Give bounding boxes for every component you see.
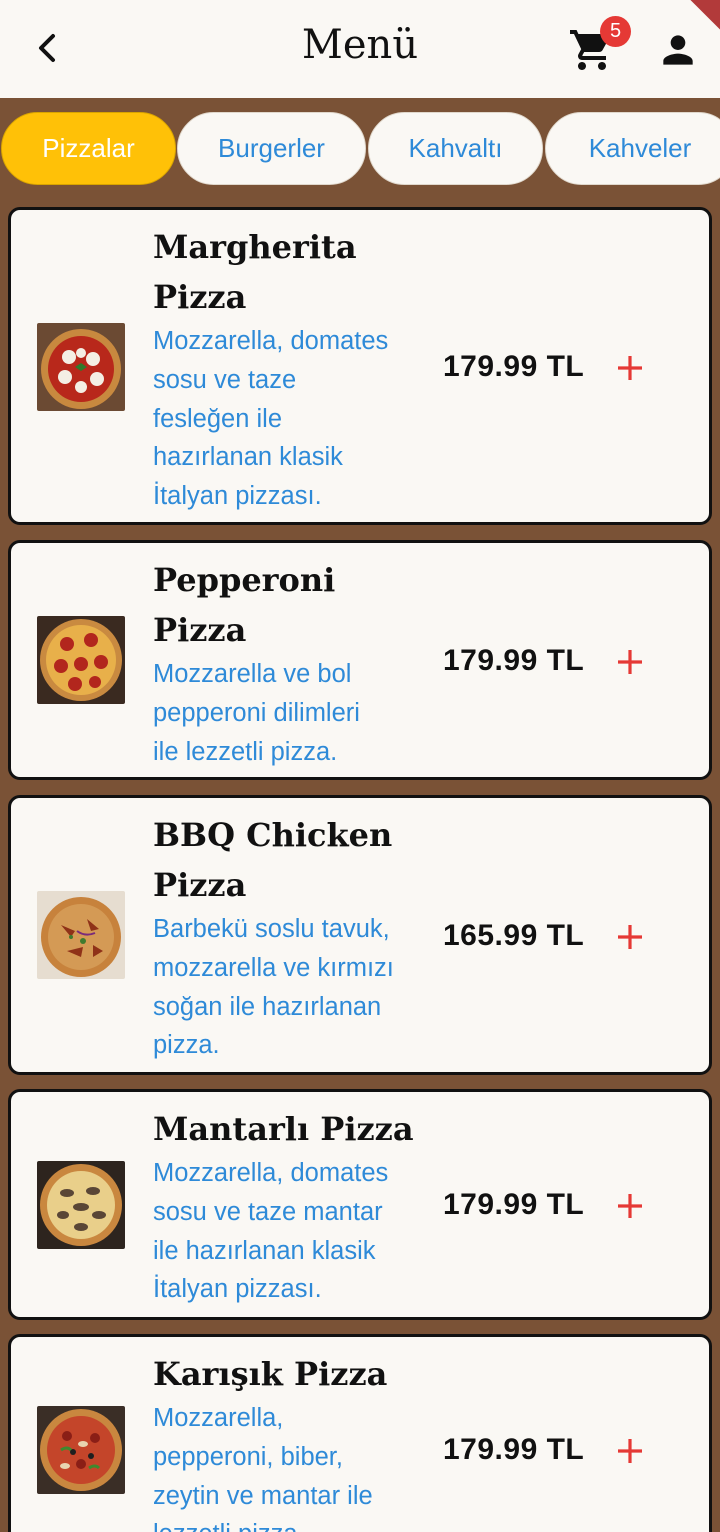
tab-kahvalti[interactable]: Kahvaltı <box>368 112 543 185</box>
product-name-line: Karışık Pizza <box>153 1355 388 1393</box>
plus-icon <box>618 356 642 380</box>
plus-icon <box>618 1194 642 1218</box>
product-description-line: pepperoni dilimleri <box>153 698 360 727</box>
product-card[interactable]: Pepperoni Pizza Mozzarella ve bol pepper… <box>8 540 712 780</box>
product-price: 179.99 TL <box>443 1433 585 1466</box>
product-description-line: sosu ve taze <box>153 365 297 394</box>
product-image <box>37 323 125 411</box>
product-description-line: pizza. <box>153 1031 220 1060</box>
product-name-line: Pizza <box>153 611 247 649</box>
product-image <box>37 891 125 979</box>
add-to-cart-button[interactable] <box>615 1436 645 1466</box>
add-to-cart-button[interactable] <box>615 922 645 952</box>
product-description-line: hazırlanan klasik <box>153 443 343 472</box>
add-to-cart-button[interactable] <box>615 1191 645 1221</box>
profile-button[interactable] <box>656 28 700 72</box>
product-price: 179.99 TL <box>443 350 585 383</box>
app-bar: Menü 5 <box>0 0 720 98</box>
product-price: 179.99 TL <box>443 1188 585 1221</box>
product-card[interactable]: Karışık Pizza Mozzarella, pepperoni, bib… <box>8 1334 712 1532</box>
add-to-cart-button[interactable] <box>615 353 645 383</box>
add-to-cart-button[interactable] <box>615 647 645 677</box>
product-name-line: Mantarlı Pizza <box>153 1110 414 1148</box>
product-description-line: Mozzarella, domates <box>153 1159 389 1187</box>
product-description-line: lezzetli pizza. <box>153 1515 423 1532</box>
product-name-line: Margherita <box>153 228 357 266</box>
product-description-line: soğan ile hazırlanan <box>153 992 382 1021</box>
category-tabs: Pizzalar Burgerler Kahvaltı Kahveler <box>0 112 720 186</box>
product-description-line: İtalyan pizzası. <box>153 482 322 511</box>
product-description-line: sosu ve taze mantar <box>153 1197 383 1226</box>
user-icon <box>663 35 693 65</box>
product-price: 179.99 TL <box>443 644 585 677</box>
plus-icon <box>618 925 642 949</box>
product-description-line: fesleğen ile <box>153 404 283 433</box>
plus-icon <box>618 650 642 674</box>
product-description-line: İtalyan pizzası. <box>153 1275 322 1304</box>
product-name-line: Pepperoni <box>153 561 336 599</box>
product-description-line: Mozzarella, <box>153 1404 284 1432</box>
product-description-line: mozzarella ve kırmızı <box>153 953 394 982</box>
product-description-line: Mozzarella ve bol <box>153 660 352 688</box>
product-image <box>37 1161 125 1249</box>
product-image <box>37 1406 125 1494</box>
product-price: 165.99 TL <box>443 919 585 952</box>
cart-count-badge: 5 <box>600 16 631 47</box>
product-card[interactable]: BBQ Chicken Pizza Barbekü soslu tavuk, m… <box>8 795 712 1075</box>
product-description-line: ile hazırlanan klasik <box>153 1236 376 1265</box>
product-card[interactable]: Mantarlı Pizza Mozzarella, domates sosu … <box>8 1089 712 1320</box>
product-name-line: Pizza <box>153 866 247 904</box>
product-description-line: Barbekü soslu tavuk, <box>153 915 390 943</box>
product-card[interactable]: Margherita Pizza Mozzarella, domates sos… <box>8 207 712 525</box>
plus-icon <box>618 1439 642 1463</box>
tab-kahveler[interactable]: Kahveler <box>545 112 720 185</box>
tab-pizzalar[interactable]: Pizzalar <box>1 112 176 185</box>
product-name-line: Pizza <box>153 278 247 316</box>
product-description-line: pepperoni, biber, <box>153 1442 343 1471</box>
product-name-line: BBQ Chicken <box>153 816 393 854</box>
product-description-line: Mozzarella, domates <box>153 327 389 355</box>
product-description-line: ile lezzetli pizza. <box>153 737 338 766</box>
product-image <box>37 616 125 704</box>
product-description-line: zeytin ve mantar ile <box>153 1481 373 1510</box>
tab-burgerler[interactable]: Burgerler <box>177 112 366 185</box>
